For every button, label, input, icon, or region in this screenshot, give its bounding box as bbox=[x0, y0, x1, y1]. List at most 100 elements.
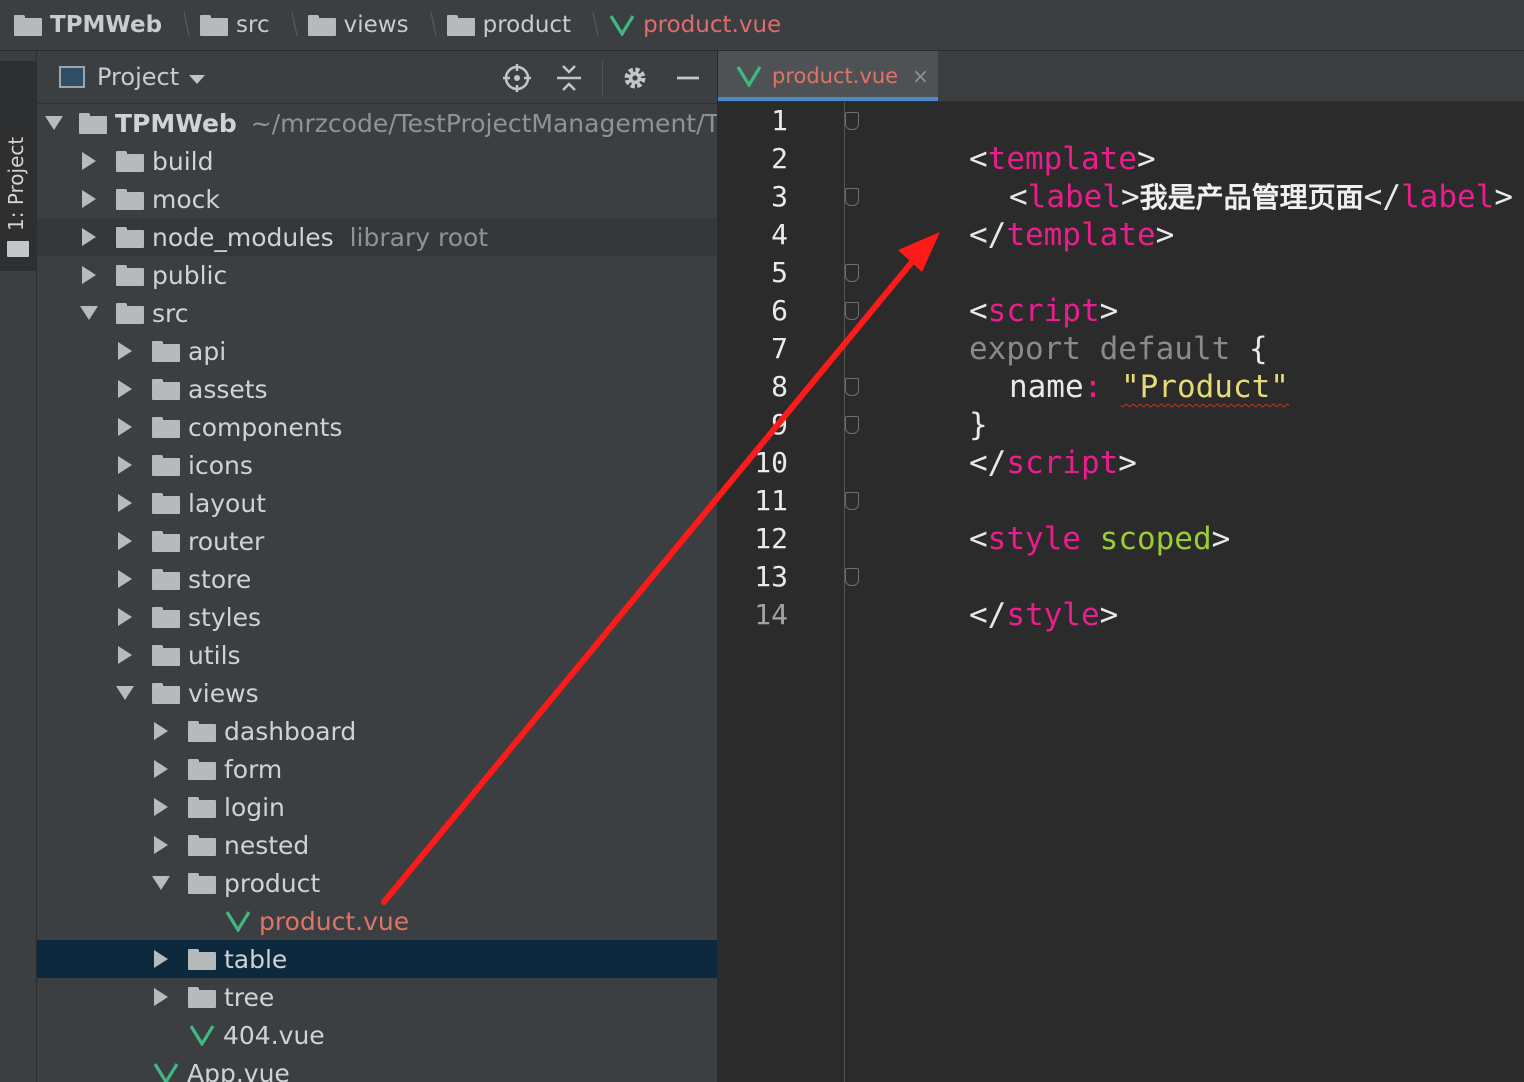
chevron-right-icon[interactable] bbox=[82, 266, 96, 284]
tree-node-product-vue[interactable]: product.vue bbox=[37, 902, 717, 940]
tree-node-label: form bbox=[224, 754, 283, 784]
chevron-right-icon[interactable] bbox=[154, 798, 168, 816]
folder-icon bbox=[188, 872, 216, 894]
tree-node-table[interactable]: table bbox=[37, 940, 717, 978]
fold-marker-icon[interactable] bbox=[845, 112, 859, 130]
tree-node-mock[interactable]: mock bbox=[37, 180, 717, 218]
locate-icon[interactable] bbox=[502, 63, 532, 93]
fold-marker-icon[interactable] bbox=[845, 188, 859, 206]
tree-node-label: layout bbox=[188, 488, 267, 518]
tree-node-label: 404.vue bbox=[223, 1020, 325, 1050]
chevron-down-icon[interactable] bbox=[152, 876, 170, 890]
chevron-right-icon[interactable] bbox=[118, 494, 132, 512]
chevron-right-icon[interactable] bbox=[154, 836, 168, 854]
tree-node-tree[interactable]: tree bbox=[37, 978, 717, 1016]
chevron-right-icon[interactable] bbox=[118, 380, 132, 398]
chevron-right-icon[interactable] bbox=[82, 228, 96, 246]
code-area[interactable]: <template> <label>我是产品管理页面</label> </tem… bbox=[845, 102, 1524, 1082]
tree-node-label: tree bbox=[224, 982, 275, 1012]
project-tool-tab[interactable]: 1: Project bbox=[0, 61, 36, 271]
code-line-5: <script> bbox=[845, 254, 1118, 329]
project-panel-header: Project bbox=[37, 51, 717, 104]
vue-file-icon bbox=[189, 1025, 215, 1046]
tree-node-node-modules[interactable]: node_modules library root bbox=[37, 218, 717, 256]
chevron-right-icon[interactable] bbox=[118, 456, 132, 474]
tree-node-label: icons bbox=[188, 450, 253, 480]
tree-node-login[interactable]: login bbox=[37, 788, 717, 826]
fold-marker-icon[interactable] bbox=[845, 416, 859, 434]
chevron-right-icon[interactable] bbox=[154, 722, 168, 740]
chevron-right-icon[interactable] bbox=[82, 190, 96, 208]
chevron-right-icon[interactable] bbox=[154, 760, 168, 778]
tree-node-label: App.vue bbox=[187, 1058, 290, 1082]
breadcrumb-item-views[interactable]: views bbox=[294, 0, 433, 50]
header-divider bbox=[602, 61, 603, 95]
tree-node-assets[interactable]: assets bbox=[37, 370, 717, 408]
folder-icon bbox=[446, 14, 475, 36]
code-editor: product.vue × 1 2 3 4 5 6 7 8 9 10 11 12… bbox=[718, 51, 1524, 1082]
chevron-down-icon[interactable] bbox=[189, 74, 206, 84]
tree-node-layout[interactable]: layout bbox=[37, 484, 717, 522]
breadcrumb-item-tpmweb[interactable]: TPMWeb bbox=[0, 0, 186, 50]
project-view-selector[interactable]: Project bbox=[97, 63, 179, 91]
tree-node-icons[interactable]: icons bbox=[37, 446, 717, 484]
breadcrumb: TPMWeb src views product product.vue bbox=[0, 0, 1524, 51]
code-line-11: <style scoped> bbox=[845, 482, 1230, 557]
editor-tab-product-vue[interactable]: product.vue × bbox=[718, 51, 938, 101]
breadcrumb-item-product[interactable]: product bbox=[433, 0, 595, 50]
chevron-right-icon[interactable] bbox=[118, 532, 132, 550]
fold-marker-icon[interactable] bbox=[845, 302, 859, 320]
tree-node-product[interactable]: product bbox=[37, 864, 717, 902]
folder-icon bbox=[152, 492, 180, 514]
fold-marker-icon[interactable] bbox=[845, 568, 859, 586]
tree-node-styles[interactable]: styles bbox=[37, 598, 717, 636]
chevron-right-icon[interactable] bbox=[154, 988, 168, 1006]
fold-marker-icon[interactable] bbox=[845, 264, 859, 282]
chevron-right-icon[interactable] bbox=[154, 950, 168, 968]
tree-node-public[interactable]: public bbox=[37, 256, 717, 294]
chevron-right-icon[interactable] bbox=[82, 152, 96, 170]
vue-file-icon bbox=[736, 66, 762, 87]
chevron-down-icon[interactable] bbox=[80, 306, 98, 320]
collapse-all-icon[interactable] bbox=[554, 63, 584, 93]
tree-node-root[interactable]: TPMWeb ~/mrzcode/TestProjectManagement/T… bbox=[37, 104, 717, 142]
tree-node-components[interactable]: components bbox=[37, 408, 717, 446]
chevron-right-icon[interactable] bbox=[118, 646, 132, 664]
tree-node-label: views bbox=[188, 678, 259, 708]
tree-node-label: assets bbox=[188, 374, 268, 404]
chevron-right-icon[interactable] bbox=[118, 418, 132, 436]
tree-node-src[interactable]: src bbox=[37, 294, 717, 332]
breadcrumb-item-src[interactable]: src bbox=[186, 0, 294, 50]
chevron-right-icon[interactable] bbox=[118, 570, 132, 588]
tree-node-app-vue[interactable]: App.vue bbox=[37, 1054, 717, 1082]
tree-node-store[interactable]: store bbox=[37, 560, 717, 598]
tree-node-nested[interactable]: nested bbox=[37, 826, 717, 864]
tree-node-utils[interactable]: utils bbox=[37, 636, 717, 674]
tree-node-router[interactable]: router bbox=[37, 522, 717, 560]
code-line-3: </template> bbox=[845, 178, 1174, 253]
tree-node-api[interactable]: api bbox=[37, 332, 717, 370]
tree-node-dashboard[interactable]: dashboard bbox=[37, 712, 717, 750]
tree-node-label: api bbox=[188, 336, 227, 366]
close-icon[interactable]: × bbox=[912, 64, 929, 88]
tree-node-label: login bbox=[224, 792, 285, 822]
fold-marker-icon[interactable] bbox=[845, 378, 859, 396]
fold-marker-icon[interactable] bbox=[845, 492, 859, 510]
code-line-7: name: "Product" bbox=[1008, 369, 1289, 405]
breadcrumb-item-product-vue[interactable]: product.vue bbox=[595, 0, 781, 50]
tree-node-form[interactable]: form bbox=[37, 750, 717, 788]
breadcrumb-separator bbox=[583, 8, 595, 42]
minimize-icon[interactable] bbox=[673, 63, 703, 93]
tree-node-label: components bbox=[188, 412, 343, 442]
chevron-right-icon[interactable] bbox=[118, 608, 132, 626]
folder-icon bbox=[188, 796, 216, 818]
tree-node-404-vue[interactable]: 404.vue bbox=[37, 1016, 717, 1054]
gear-icon[interactable] bbox=[620, 63, 650, 93]
chevron-right-icon[interactable] bbox=[118, 342, 132, 360]
tree-node-views[interactable]: views bbox=[37, 674, 717, 712]
code-line-13: </style> bbox=[845, 558, 1118, 633]
chevron-down-icon[interactable] bbox=[45, 116, 63, 130]
tree-node-build[interactable]: build bbox=[37, 142, 717, 180]
line-number: 13 bbox=[754, 560, 788, 593]
chevron-down-icon[interactable] bbox=[116, 686, 134, 700]
